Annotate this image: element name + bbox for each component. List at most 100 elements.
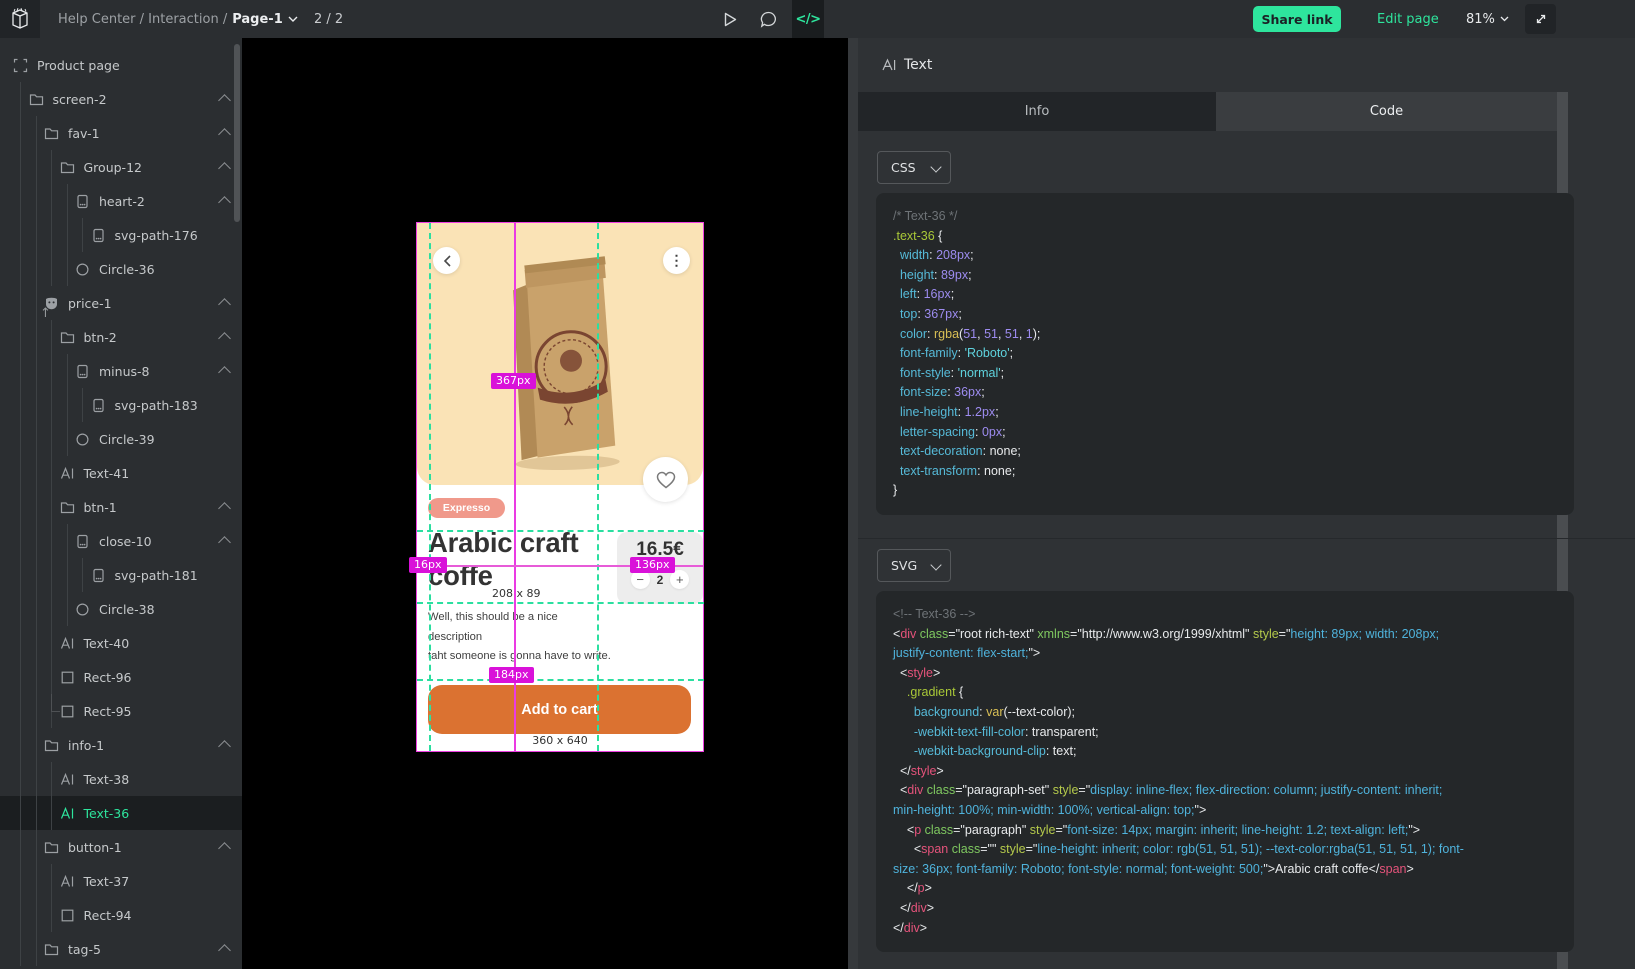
layer-row-close-10[interactable]: close-10: [0, 524, 242, 558]
layer-label: Text-41: [84, 466, 130, 481]
layer-row-fav-1[interactable]: fav-1: [0, 116, 242, 150]
chevron-up-icon[interactable]: [218, 842, 231, 855]
code-line: font-size: 36px;: [893, 383, 1574, 403]
chevron-up-icon[interactable]: [218, 196, 231, 209]
product-image-area[interactable]: [417, 223, 703, 485]
svgfile-icon: [91, 398, 106, 413]
layer-row-text-38[interactable]: Text-38: [0, 762, 242, 796]
tree-guide: [82, 558, 83, 592]
layer-row-circle-39[interactable]: Circle-39: [0, 422, 242, 456]
back-button[interactable]: [433, 247, 460, 274]
chevron-up-icon[interactable]: [218, 162, 231, 175]
chevron-up-icon[interactable]: [218, 94, 231, 107]
breadcrumb-current: Page-1: [232, 12, 283, 27]
code-view-button[interactable]: </>: [792, 0, 824, 38]
css-format-dropdown[interactable]: CSS: [877, 151, 951, 184]
code-line: <span class="" style="line-height: inher…: [893, 840, 1574, 860]
canvas-scrollbar[interactable]: [848, 38, 858, 969]
product-title[interactable]: Arabic craft coffe: [428, 526, 606, 592]
layer-row-product page[interactable]: Product page: [0, 48, 242, 82]
tree-guide: [51, 524, 52, 558]
layer-row-svg-path-183[interactable]: svg-path-183: [0, 388, 242, 422]
layer-row-group-12[interactable]: Group-12: [0, 150, 242, 184]
layer-row-price-1[interactable]: price-1: [0, 286, 242, 320]
product-description[interactable]: Well, this should be a nice description …: [428, 608, 613, 667]
tree-guide: [20, 864, 21, 898]
tree-guide: [36, 796, 37, 830]
layer-row-text-41[interactable]: Text-41: [0, 456, 242, 490]
layer-row-minus-8[interactable]: minus-8: [0, 354, 242, 388]
folder-icon: [44, 840, 59, 855]
add-to-cart-button[interactable]: Add to cart: [428, 685, 691, 734]
svg-format-dropdown[interactable]: SVG: [877, 549, 951, 582]
tree-guide: [51, 184, 52, 218]
phone-artboard[interactable]: ⋮ Expresso Arabic craft coffe 208 x 89 W…: [417, 223, 703, 751]
layer-row-rect-95[interactable]: Rect-95: [0, 694, 242, 728]
layer-row-btn-2[interactable]: btn-2: [0, 320, 242, 354]
tab-info[interactable]: Info: [858, 92, 1216, 131]
chevron-up-icon[interactable]: [218, 536, 231, 549]
tree-guide: [20, 388, 21, 422]
layer-row-circle-38[interactable]: Circle-38: [0, 592, 242, 626]
layer-row-rect-94[interactable]: Rect-94: [0, 898, 242, 932]
layer-row-svg-path-176[interactable]: svg-path-176: [0, 218, 242, 252]
code-line: top: 367px;: [893, 305, 1574, 325]
layer-row-text-37[interactable]: Text-37: [0, 864, 242, 898]
layer-row-svg-path-181[interactable]: svg-path-181: [0, 558, 242, 592]
layer-row-button-1[interactable]: button-1: [0, 830, 242, 864]
code-line: <div class="root rich-text" xmlns="http:…: [893, 625, 1574, 645]
chevron-up-icon[interactable]: [218, 298, 231, 311]
layer-row-heart-2[interactable]: heart-2: [0, 184, 242, 218]
play-button[interactable]: [716, 0, 744, 38]
code-line: size: 36px; font-family: Roboto; font-st…: [893, 860, 1574, 880]
share-link-button[interactable]: Share link: [1253, 6, 1341, 32]
tree-guide: [67, 388, 68, 422]
tree-guide: [20, 558, 21, 592]
app-logo[interactable]: [0, 0, 40, 38]
chevron-up-icon[interactable]: [218, 944, 231, 957]
breadcrumb-path: Help Center / Interaction /: [58, 12, 227, 27]
folder-icon: [60, 500, 75, 515]
layers-scrollbar[interactable]: [234, 44, 240, 222]
artboard-size-label: 360 x 640: [417, 734, 703, 747]
tree-guide: [20, 626, 21, 660]
code-line: height: 89px;: [893, 266, 1574, 286]
code-line: justify-content: flex-start;">: [893, 644, 1574, 664]
layer-label: Rect-96: [84, 670, 132, 685]
tree-scroll-arrow-icon: ↑: [40, 306, 51, 321]
product-tag[interactable]: Expresso: [428, 498, 505, 518]
tree-guide: [20, 184, 21, 218]
code-line: .text-36 {: [893, 227, 1574, 247]
layer-row-tag-5[interactable]: tag-5: [0, 932, 242, 966]
layer-label: minus-8: [99, 364, 149, 379]
fullscreen-button[interactable]: [1525, 4, 1556, 34]
tree-guide: [36, 490, 37, 524]
layer-row-text-36[interactable]: Text-36: [0, 796, 242, 830]
zoom-level-control[interactable]: 81%: [1466, 0, 1509, 38]
breadcrumb[interactable]: Help Center / Interaction / Page-1: [58, 0, 298, 38]
tree-guide: [67, 354, 68, 388]
edit-page-link[interactable]: Edit page: [1377, 0, 1439, 38]
inspector-panel: Text Info Code CSS /* Text-36 */.text-36…: [858, 38, 1635, 969]
chevron-up-icon[interactable]: [218, 128, 231, 141]
tree-guide: [82, 218, 83, 252]
margin-guide-left: [429, 223, 431, 751]
comments-button[interactable]: [754, 0, 782, 38]
layer-row-rect-96[interactable]: Rect-96: [0, 660, 242, 694]
text-icon: [60, 466, 75, 481]
tree-guide: [51, 660, 52, 694]
layer-row-btn-1[interactable]: btn-1: [0, 490, 242, 524]
layer-row-text-40[interactable]: Text-40: [0, 626, 242, 660]
chevron-up-icon[interactable]: [218, 332, 231, 345]
chevron-up-icon[interactable]: [218, 740, 231, 753]
layer-row-circle-36[interactable]: Circle-36: [0, 252, 242, 286]
favorite-button[interactable]: [643, 457, 688, 502]
layer-row-info-1[interactable]: info-1: [0, 728, 242, 762]
chevron-up-icon[interactable]: [218, 366, 231, 379]
tab-code[interactable]: Code: [1216, 92, 1557, 131]
tree-guide: [36, 660, 37, 694]
tree-guide: [51, 898, 52, 932]
layer-row-screen-2[interactable]: screen-2: [0, 82, 242, 116]
more-menu-button[interactable]: ⋮: [663, 247, 690, 274]
chevron-up-icon[interactable]: [218, 502, 231, 515]
